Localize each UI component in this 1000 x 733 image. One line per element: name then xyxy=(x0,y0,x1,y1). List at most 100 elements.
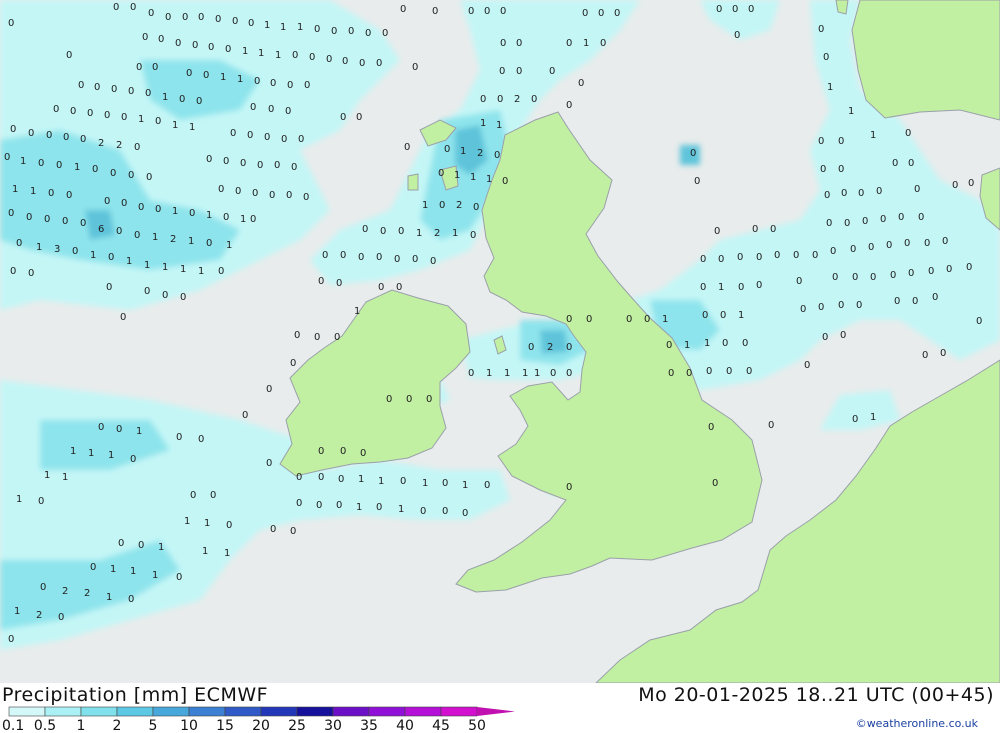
precip-value: 0 xyxy=(130,2,136,13)
precip-value: 0 xyxy=(494,150,500,161)
legend-swatch xyxy=(368,706,406,717)
precip-value: 0 xyxy=(830,246,836,257)
precip-value: 3 xyxy=(54,244,60,255)
precip-value: 1 xyxy=(486,174,492,185)
precip-value: 0 xyxy=(356,112,362,123)
precip-value: 1 xyxy=(126,256,132,267)
precip-value: 0 xyxy=(318,276,324,287)
precip-value: 0 xyxy=(668,368,674,379)
precip-value: 1 xyxy=(16,494,22,505)
precip-value: 0 xyxy=(145,88,151,99)
precip-value: 2 xyxy=(456,200,462,211)
precip-value: 1 xyxy=(88,448,94,459)
precip-value: 0 xyxy=(16,238,22,249)
precip-value: 0 xyxy=(53,104,59,115)
precip-value: 0 xyxy=(365,28,371,39)
precip-value: 2 xyxy=(62,586,68,597)
precip-value: 0 xyxy=(118,538,124,549)
precip-value: 0 xyxy=(752,224,758,235)
precip-value: 0 xyxy=(432,6,438,17)
precip-value: 0 xyxy=(904,238,910,249)
precip-value: 1 xyxy=(237,74,243,85)
precip-value: 0 xyxy=(218,184,224,195)
legend-swatch xyxy=(152,706,190,717)
precip-value: 0 xyxy=(70,106,76,117)
precip-value: 1 xyxy=(718,282,724,293)
precip-value: 0 xyxy=(223,156,229,167)
precip-value: 2 xyxy=(98,138,104,149)
precip-value: 0 xyxy=(756,280,762,291)
precip-value: 0 xyxy=(732,4,738,15)
precip-value: 0 xyxy=(868,242,874,253)
precip-value: 0 xyxy=(254,76,260,87)
precip-value: 0 xyxy=(362,224,368,235)
precip-value: 0 xyxy=(841,188,847,199)
precip-value: 0 xyxy=(442,506,448,517)
precip-value: 0 xyxy=(770,224,776,235)
precip-value: 0 xyxy=(130,454,136,465)
precip-value: 0 xyxy=(334,332,340,343)
precip-value: 0 xyxy=(396,282,402,293)
precip-value: 0 xyxy=(182,12,188,23)
precip-value: 0 xyxy=(128,170,134,181)
precip-value: 2 xyxy=(170,234,176,245)
precip-value: 0 xyxy=(406,394,412,405)
precip-value: 0 xyxy=(702,310,708,321)
precip-value: 2 xyxy=(116,140,122,151)
color-legend: 0.1 0.5 1 2 5 10 15 20 25 30 35 40 45 50 xyxy=(2,706,515,733)
precip-value: 0 xyxy=(712,478,718,489)
precip-value: 0 xyxy=(270,78,276,89)
precip-value: 0 xyxy=(804,360,810,371)
precip-value: 1 xyxy=(462,480,468,491)
precip-value: 0 xyxy=(358,252,364,263)
precip-value: 0 xyxy=(497,94,503,105)
precip-value: 1 xyxy=(486,368,492,379)
precip-value: 0 xyxy=(90,562,96,573)
precip-value: 0 xyxy=(823,52,829,63)
precip-value: 0 xyxy=(94,82,100,93)
precip-value: 0 xyxy=(694,176,700,187)
precip-value: 0 xyxy=(644,314,650,325)
precip-value: 0 xyxy=(176,572,182,583)
precip-value: 0 xyxy=(152,62,158,73)
precip-value: 1 xyxy=(70,446,76,457)
precip-value: 0 xyxy=(470,230,476,241)
precip-value: 0 xyxy=(318,472,324,483)
precip-value: 1 xyxy=(144,260,150,271)
legend-label: 40 xyxy=(396,718,414,733)
precip-value: 0 xyxy=(500,6,506,17)
precip-value: 0 xyxy=(318,446,324,457)
precip-value: 0 xyxy=(111,84,117,95)
precip-value: 0 xyxy=(359,58,365,69)
precip-value: 0 xyxy=(586,314,592,325)
precip-value: 1 xyxy=(206,210,212,221)
precip-value: 0 xyxy=(737,252,743,263)
precip-value: 0 xyxy=(46,130,52,141)
precip-value: 1 xyxy=(534,368,540,379)
precip-value: 0 xyxy=(281,134,287,145)
precip-value: 0 xyxy=(348,26,354,37)
precip-value: 0 xyxy=(247,130,253,141)
precip-value: 1 xyxy=(583,38,589,49)
precip-value: 0 xyxy=(500,38,506,49)
precip-value: 0 xyxy=(8,208,14,219)
valid-time: Mo 20-01-2025 18..21 UTC (00+45) xyxy=(638,684,994,706)
precip-value: 0 xyxy=(734,30,740,41)
precip-value: 0 xyxy=(108,252,114,263)
precip-value: 0 xyxy=(298,134,304,145)
legend-label: 5 xyxy=(149,718,158,733)
precip-value: 0 xyxy=(331,26,337,37)
precip-value: 0 xyxy=(578,78,584,89)
precip-value: 0 xyxy=(928,266,934,277)
precip-value: 0 xyxy=(566,482,572,493)
precip-value: 1 xyxy=(110,564,116,575)
precip-value: 1 xyxy=(358,474,364,485)
legend-swatch xyxy=(296,706,334,717)
precip-value: 1 xyxy=(36,242,42,253)
precip-value: 1 xyxy=(90,250,96,261)
precip-value: 0 xyxy=(192,40,198,51)
precip-value: 0 xyxy=(376,252,382,263)
precip-value: 0 xyxy=(484,480,490,491)
precip-value: 0 xyxy=(155,116,161,127)
precip-value: 0 xyxy=(8,634,14,645)
